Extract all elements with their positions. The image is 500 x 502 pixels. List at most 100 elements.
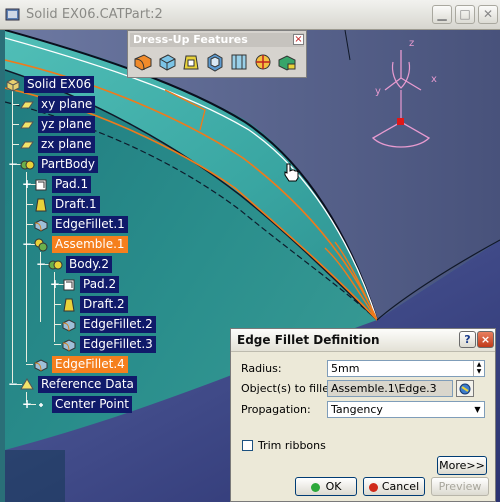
cancel-icon	[368, 482, 378, 492]
chamfer-icon[interactable]	[156, 51, 178, 73]
radius-input[interactable]: 5mm	[327, 360, 485, 377]
collapse-icon[interactable]: −	[8, 158, 18, 170]
edge-fillet-icon	[62, 338, 76, 352]
tree-branch-line	[54, 344, 61, 345]
3d-viewport[interactable]: z y x Solid EX06 xy plane yz plane zx plan…	[5, 30, 500, 502]
tree-item[interactable]: zx plane	[19, 136, 95, 153]
tree-item-label: Center Point	[52, 396, 132, 413]
tree-item-label: EdgeFillet.2	[80, 316, 156, 333]
close-icon: ✕	[482, 7, 494, 21]
tree-branch-line	[26, 364, 33, 365]
compass-y-label: y	[375, 86, 381, 97]
ok-label: OK	[325, 480, 342, 493]
plane-icon	[20, 121, 34, 128]
tree-item-label: yz plane	[38, 116, 95, 133]
maximize-button[interactable]: □	[455, 5, 475, 24]
edge-fillet-icon	[34, 218, 48, 232]
point-icon	[39, 402, 43, 407]
draft-icon[interactable]	[180, 51, 202, 73]
tree-branch-line	[12, 124, 19, 125]
trim-ribbons-label: Trim ribbons	[258, 439, 326, 452]
tree-item-label: Pad.1	[52, 176, 92, 193]
thickness-icon[interactable]	[228, 51, 250, 73]
draft-icon	[63, 298, 75, 311]
fillet-icon[interactable]	[132, 51, 154, 73]
tree-item[interactable]: PartBody	[19, 156, 98, 173]
dialog-title: Edge Fillet Definition	[237, 333, 380, 347]
tree-item[interactable]: xy plane	[19, 96, 96, 113]
minimize-button[interactable]: ▁	[432, 5, 452, 24]
tree-item[interactable]: EdgeFillet.2	[61, 316, 156, 333]
expand-icon[interactable]: +	[50, 278, 60, 290]
pad-icon	[63, 279, 75, 290]
collapse-icon[interactable]: −	[22, 238, 32, 250]
plane-icon	[20, 141, 34, 148]
tree-item[interactable]: Body.2	[47, 256, 113, 273]
compass-z-label: z	[409, 38, 414, 49]
ok-icon	[310, 482, 320, 492]
part-icon	[6, 77, 20, 92]
title-bar: Solid EX06.CATPart:2 ▁ □ ✕	[0, 0, 500, 30]
collapse-icon[interactable]: −	[36, 258, 46, 270]
tree-item-label: xy plane	[38, 96, 96, 113]
pad-icon	[35, 179, 47, 190]
toolbar-close-button[interactable]: ×	[293, 34, 304, 45]
chevron-down-icon[interactable]: ▼	[471, 402, 484, 417]
tree-item-label: PartBody	[38, 156, 98, 173]
radius-label: Radius:	[241, 362, 282, 375]
tree-item[interactable]: EdgeFillet.4	[33, 356, 128, 373]
cancel-label: Cancel	[381, 480, 420, 493]
tree-item[interactable]: EdgeFillet.3	[61, 336, 156, 353]
objects-field[interactable]: Assemble.1\Edge.3	[327, 380, 453, 397]
close-button[interactable]: ✕	[478, 5, 498, 24]
tree-branch-line	[12, 87, 13, 383]
reference-icon	[20, 377, 34, 389]
catia-window: Solid EX06.CATPart:2 ▁ □ ✕ z y x Solid E…	[0, 0, 500, 502]
tree-item[interactable]: Assemble.1	[33, 236, 128, 253]
tree-branch-line	[26, 172, 27, 362]
tree-item[interactable]: yz plane	[19, 116, 95, 133]
trim-ribbons-checkbox[interactable]	[242, 440, 253, 451]
tree-root[interactable]: Solid EX06	[5, 76, 95, 93]
tree-item-label: EdgeFillet.1	[52, 216, 128, 233]
tree-item[interactable]: EdgeFillet.1	[33, 216, 128, 233]
dress-up-toolbar[interactable]: Dress-Up Features ×	[127, 30, 307, 78]
tree-branch-line	[54, 324, 61, 325]
tree-item[interactable]: Pad.1	[33, 176, 92, 193]
propagation-select[interactable]: Tangency	[327, 401, 485, 418]
help-button[interactable]: ?	[459, 331, 476, 348]
tree-item-label: Body.2	[66, 256, 113, 273]
tree-item-label: zx plane	[38, 136, 95, 153]
maximize-icon: □	[459, 7, 471, 21]
draft-icon	[35, 198, 47, 211]
tree-item[interactable]: Reference Data	[19, 376, 137, 393]
shell-icon[interactable]	[204, 51, 226, 73]
objects-label: Object(s) to fillet:	[241, 382, 338, 395]
radius-spinner[interactable]: ▲ ▼	[473, 361, 484, 376]
tree-branch-line	[26, 224, 33, 225]
tree-item[interactable]: Pad.2	[61, 276, 120, 293]
thread-icon[interactable]	[252, 51, 274, 73]
cancel-button[interactable]: Cancel	[363, 477, 425, 496]
compass-x-label: x	[431, 74, 437, 85]
edge-fillet-dialog: Edge Fillet Definition ? × Radius: 5mm ▲…	[230, 328, 496, 502]
tree-root-label: Solid EX06	[24, 76, 95, 93]
ok-button[interactable]: OK	[295, 477, 357, 496]
preview-button[interactable]: Preview	[431, 477, 489, 496]
window-title: Solid EX06.CATPart:2	[26, 7, 163, 22]
expand-icon[interactable]: +	[22, 398, 32, 410]
expand-icon[interactable]: +	[22, 178, 32, 190]
dialog-close-button[interactable]: ×	[477, 331, 494, 348]
tree-item[interactable]: Draft.1	[33, 196, 100, 213]
tree-item-label: Assemble.1	[52, 236, 128, 253]
tree-item[interactable]: Draft.2	[61, 296, 128, 313]
collapse-icon[interactable]: −	[8, 378, 18, 390]
tree-item-label: Draft.2	[80, 296, 128, 313]
more-button[interactable]: More>>	[437, 456, 487, 475]
tree-item-label: EdgeFillet.4	[52, 356, 128, 373]
edit-selection-icon[interactable]	[456, 380, 474, 397]
remove-face-icon[interactable]	[276, 51, 298, 73]
tree-item[interactable]: Center Point	[33, 396, 132, 413]
spin-up-icon: ▲	[476, 361, 482, 368]
edge-fillet-icon	[34, 358, 48, 372]
